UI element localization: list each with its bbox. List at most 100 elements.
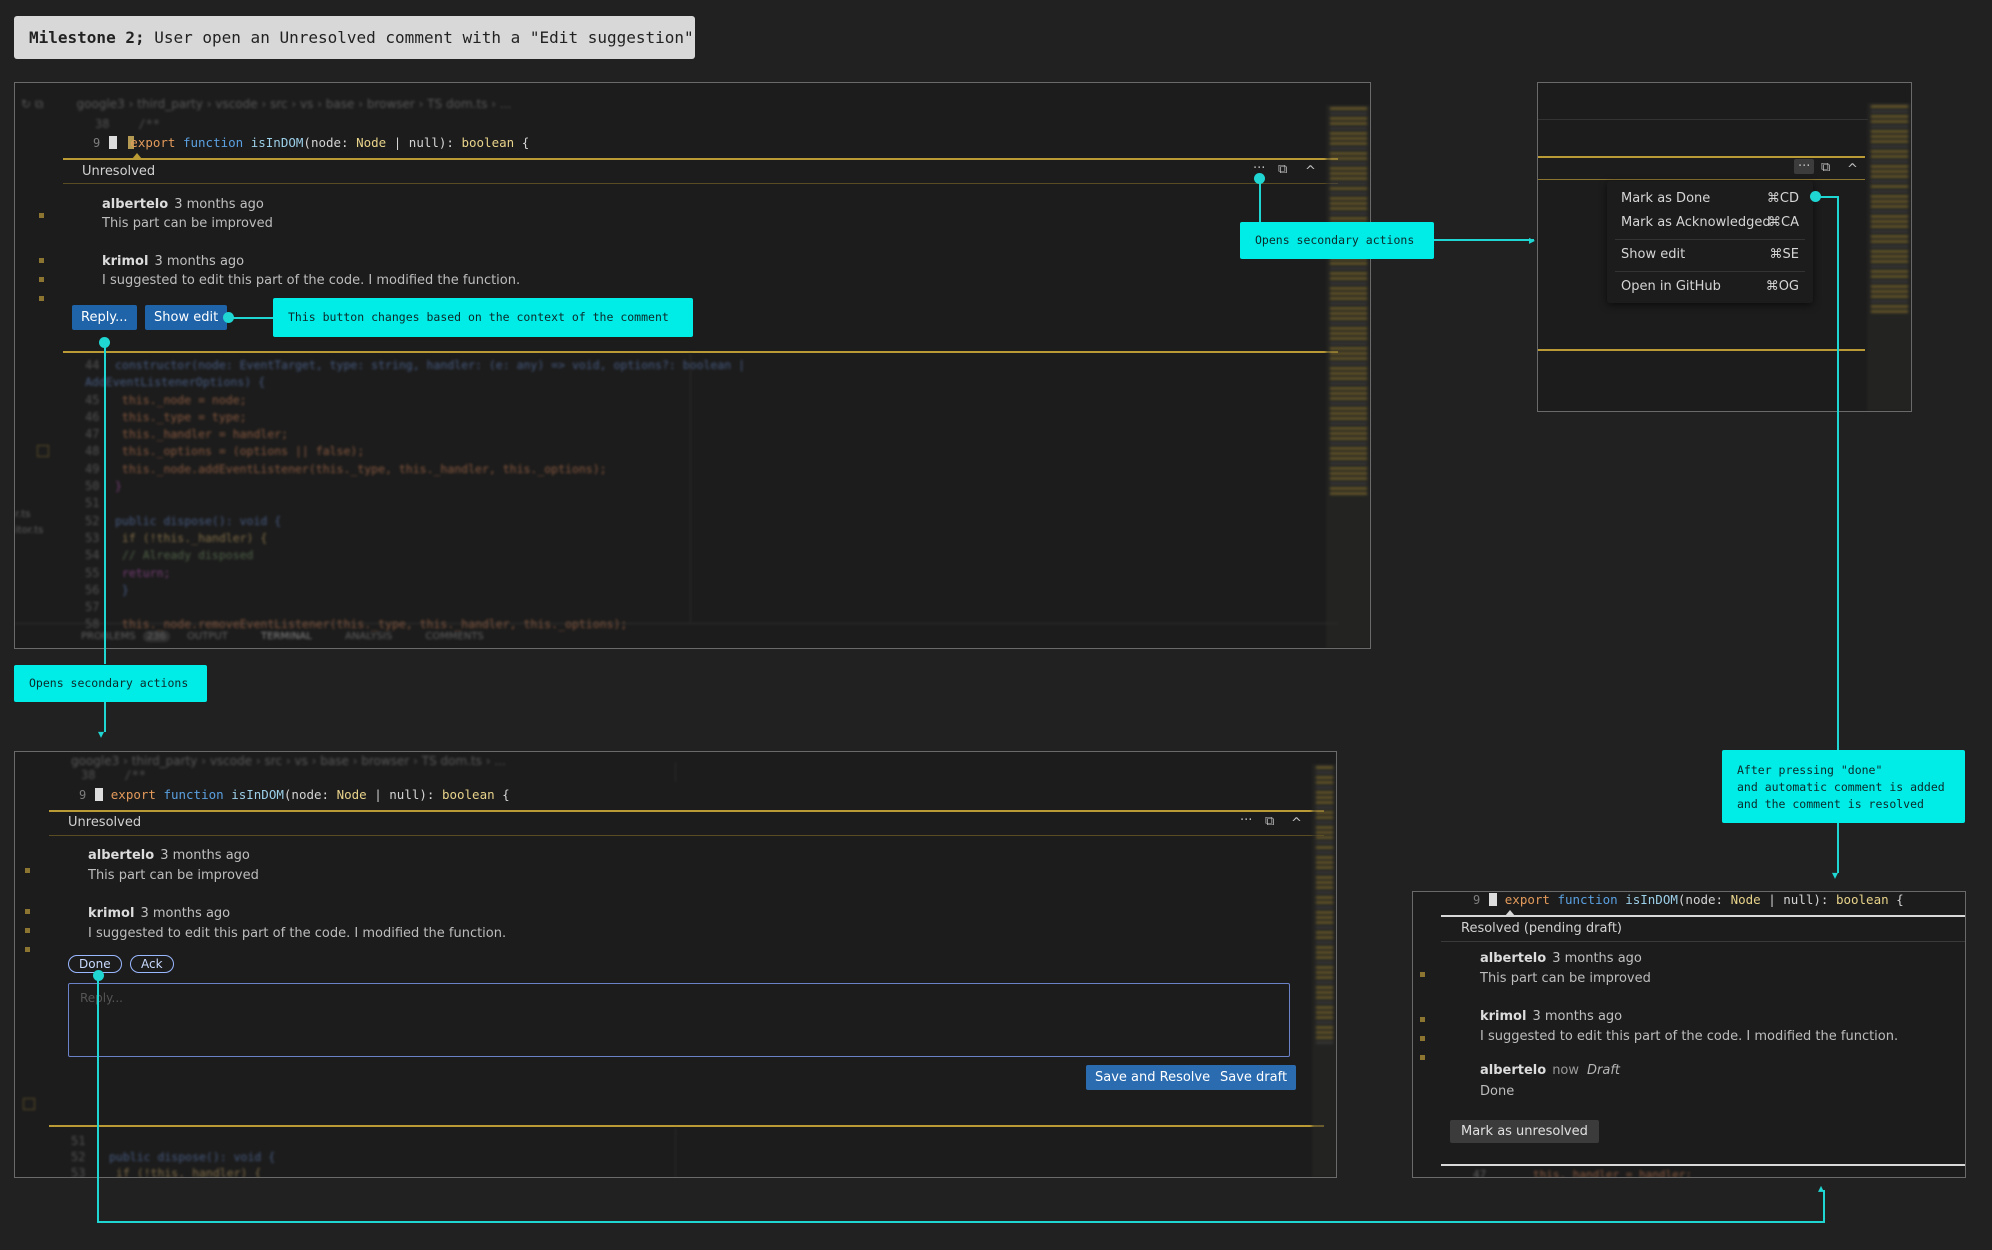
line-number: 9: [79, 788, 87, 802]
collapse-icon[interactable]: ^: [1305, 164, 1316, 179]
thread-top-border: [1441, 915, 1965, 917]
save-and-resolve-button[interactable]: Save and Resolve: [1086, 1065, 1220, 1090]
reply-button[interactable]: Reply...: [72, 305, 137, 330]
code-row: 50}: [85, 479, 122, 494]
milestone-number: Milestone 2;: [29, 28, 145, 47]
brace: {: [514, 135, 530, 150]
note-line: and automatic comment is added: [1737, 780, 1945, 794]
prev-line-text: /**: [138, 117, 161, 131]
comment-time: 3 months ago: [140, 906, 231, 921]
comment-author: krimol: [1480, 1009, 1527, 1024]
comment-author: albertelo: [102, 197, 169, 212]
show-edit-button[interactable]: Show edit: [145, 305, 228, 330]
thread-bottom-border: [1538, 349, 1865, 351]
code-row: 51: [71, 1134, 86, 1148]
comment-glyph-icon[interactable]: [108, 136, 117, 149]
bottom-panel-divider: [15, 623, 1338, 624]
params-b: | null):: [1760, 892, 1836, 907]
panel-tabs: PROBLEMS 236 OUTPUT TERMINAL ANALYSIS CO…: [81, 631, 484, 642]
thread-top-border: [1538, 156, 1865, 158]
editor-frame-done-ack: google3 › third_party › vscode › src › v…: [14, 751, 1337, 1178]
thread-header-divider: [63, 183, 1338, 184]
comment-time: 3 months ago: [1552, 951, 1642, 966]
thread-status: Resolved (pending draft): [1461, 921, 1622, 936]
note-text: Opens secondary actions: [1255, 233, 1415, 247]
code-row: 53 if (!this._handler) {: [85, 530, 268, 545]
breadcrumb-row: google3 › third_party › vscode › src › v…: [21, 752, 621, 768]
collapse-icon[interactable]: ^: [1847, 162, 1858, 177]
gutter-lock-icon: [37, 445, 49, 457]
thread-status: Unresolved: [82, 164, 156, 179]
minimap: [1312, 764, 1336, 1177]
comment-glyph-icon[interactable]: [94, 788, 103, 801]
comment-body: This part can be improved: [88, 868, 259, 883]
export-keyword: export: [1504, 892, 1550, 907]
comment-author: albertelo: [88, 848, 155, 863]
connector-more-actions: [1259, 178, 1261, 222]
history-icon: ↻ ⧉: [21, 97, 44, 111]
comment-krimol: krimol 3 months ago: [1480, 1005, 1622, 1024]
problems-count-badge: 236: [142, 631, 170, 642]
comment-time: now: [1552, 1063, 1580, 1078]
connector-to-bottom-frame: [104, 702, 106, 732]
gutter-markers: [39, 213, 44, 301]
reply-placeholder: Reply...: [80, 991, 123, 1005]
function-name: isInDOM: [1625, 892, 1678, 907]
comment-albertelo: albertelo 3 months ago: [1480, 947, 1642, 966]
prev-line: 38 /**: [81, 768, 146, 782]
tab-problems[interactable]: PROBLEMS: [81, 631, 136, 642]
tab-terminal[interactable]: TERMINAL: [261, 631, 312, 642]
code-row: 54 // Already disposed: [85, 548, 254, 563]
type-boolean: boolean: [1835, 892, 1889, 907]
milestone-title: Milestone 2; User open an Unresolved com…: [14, 16, 695, 59]
code-row: 53 if (!this._handler) {: [71, 1166, 262, 1178]
code-row: 56 }: [85, 582, 129, 597]
code-line: 9 export function isInDOM(node: Node | n…: [79, 787, 510, 802]
type-node: Node: [336, 787, 367, 802]
params-a: (node:: [303, 135, 357, 150]
menu-item-open-in-github[interactable]: Open in GitHub ⌘OG: [1621, 279, 1799, 299]
comment-time: 3 months ago: [154, 254, 245, 269]
brace: {: [1888, 892, 1904, 907]
ack-button[interactable]: Ack: [130, 955, 174, 973]
comment-author: albertelo: [1480, 1063, 1547, 1078]
code-row: 48 this._options = (options || false);: [85, 444, 365, 459]
reply-input[interactable]: Reply...: [68, 983, 1290, 1057]
open-in-panel-icon[interactable]: ⧉: [1278, 162, 1287, 177]
menu-item-mark-as-acknowledged[interactable]: Mark as Acknowledged ⌘CA: [1621, 215, 1799, 235]
editor-frame-unresolved: ↻ ⧉ google3 › third_party › vscode › src…: [14, 82, 1371, 649]
code-row: 47 this._handler = handler;: [85, 427, 289, 442]
connector-mark-done: [1815, 196, 1839, 198]
comment-body: This part can be improved: [102, 216, 273, 231]
connector-down-right: [1837, 196, 1839, 750]
comment-body: I suggested to edit this part of the cod…: [88, 926, 507, 941]
open-in-panel-icon[interactable]: ⧉: [1821, 160, 1830, 175]
background-code: 51 52 public dispose(): void { 53 if (!th…: [71, 1133, 571, 1178]
mark-unresolved-button[interactable]: Mark as unresolved: [1450, 1120, 1599, 1143]
open-in-panel-icon[interactable]: ⧉: [1265, 814, 1274, 829]
code-row: 52 public dispose(): void {: [71, 1150, 276, 1164]
code-row: 45 this._node = node;: [85, 392, 247, 407]
context-button-note: This button changes based on the context…: [273, 298, 693, 337]
function-name: isInDOM: [231, 787, 284, 802]
menu-item-mark-as-done[interactable]: Mark as Done ⌘CD: [1621, 191, 1799, 211]
export-keyword: export: [130, 135, 176, 150]
context-menu: Mark as Done ⌘CD Mark as Acknowledged ⌘CA …: [1607, 181, 1813, 303]
type-boolean: boolean: [441, 787, 495, 802]
more-actions-icon[interactable]: ···: [1240, 813, 1252, 828]
prev-line-text: /**: [124, 768, 147, 782]
comment-glyph-icon[interactable]: [1488, 893, 1497, 906]
code-column-guide: [690, 353, 691, 623]
collapse-icon[interactable]: ^: [1291, 816, 1302, 831]
save-draft-button[interactable]: Save draft: [1211, 1065, 1297, 1090]
menu-item-show-edit[interactable]: Show edit ⌘SE: [1621, 247, 1799, 267]
tail-line-number: 47: [1473, 1168, 1487, 1178]
tab-analysis[interactable]: ANALYSIS: [345, 631, 392, 642]
more-actions-icon[interactable]: ···: [1794, 159, 1815, 174]
tab-output[interactable]: OUTPUT: [187, 631, 228, 642]
menu-item-label: Show edit: [1621, 247, 1686, 262]
resolved-thread-frame: 9 export function isInDOM(node: Node | n…: [1412, 891, 1966, 1178]
thread-bottom-border: [49, 1125, 1324, 1127]
secondary-actions-note-left: Opens secondary actions: [14, 665, 207, 702]
tab-comments[interactable]: COMMENTS: [425, 631, 483, 642]
